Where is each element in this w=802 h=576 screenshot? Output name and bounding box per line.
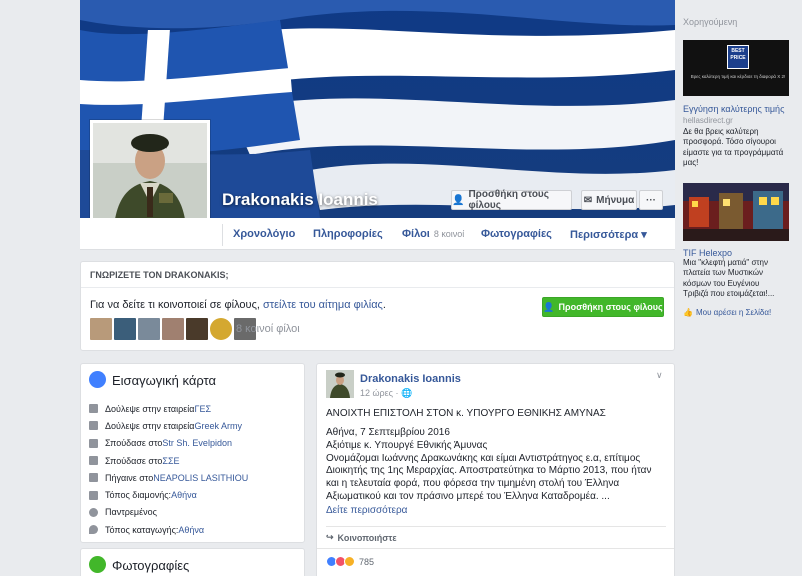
friend-avatar[interactable] [210,318,232,340]
intro-residence-row: Τόπος διαμονής: Αθήνα [89,486,299,503]
mutual-friends-count[interactable]: 8 κοινοί φίλοι [236,323,300,335]
school-link[interactable]: Str Sh. Evelpidon [162,438,232,448]
briefcase-icon [89,421,98,431]
ad-description: Μια "κλεφτή ματιά" στην πλατεία των Μυστ… [683,258,775,299]
school-link[interactable]: ΣΣΕ [162,456,179,466]
tab-divider [222,224,223,246]
more-options-button[interactable]: ··· [639,190,663,210]
tab-friends[interactable]: Φίλοι 8 κοινοί [402,228,464,240]
sponsored-label: Χορηγούμενη [683,17,738,27]
friend-avatar[interactable] [90,318,112,340]
see-more-link[interactable]: Δείτε περισσότερα [326,505,407,516]
workplace-link[interactable]: Greek Army [194,421,242,431]
divider [81,287,674,288]
tab-more[interactable]: Περισσότερα ▾ [570,228,647,241]
post-author-avatar[interactable] [326,370,354,398]
workplace-link[interactable]: ΓΕΣ [194,404,211,414]
tab-photos[interactable]: Φωτογραφίες [481,228,552,240]
graduation-cap-icon [89,456,98,466]
intro-education-row: Πήγαινε στο NEAPOLIS LASITHIOU [89,469,299,486]
share-icon: ↪ [326,532,334,542]
intro-education-row: Σπούδασε στο ΣΣΕ [89,452,299,469]
heart-icon [89,507,98,517]
know-heading: ΓΝΩΡΙΖΕΤΕ ΤΟΝ DRAKONAKIS; [90,270,229,280]
intro-relationship-row: Παντρεμένος [89,504,299,521]
add-friend-icon: 👤 [543,301,555,312]
message-button[interactable]: ✉ Μήνυμα [581,190,637,210]
post-title: ΑΝΟΙΧΤΗ ΕΠΙΣΤΟΛΗ ΣΤΟΝ κ. ΥΠΟΥΡΓΟ ΕΘΝΙΚΗΣ… [326,408,606,419]
post-body: Αθήνα, 7 Σεπτεμβρίου 2016 Αξιότιμε κ. Υπ… [326,427,652,502]
city-link[interactable]: Αθήνα [178,525,204,535]
add-friend-icon: 👤 [452,194,465,206]
profile-name: Drakonakis Ioannis [222,190,378,209]
briefcase-icon [89,404,98,414]
know-text: Για να δείτε τι κοινοποιεί σε φίλους, στ… [90,299,386,311]
photos-title[interactable]: Φωτογραφίες [112,558,189,573]
ad-tagline: Βρες καλύτερη τιμή και κέρδισε τη διαφορ… [690,74,786,79]
graduation-cap-icon [89,473,98,483]
photos-icon [89,556,106,573]
divider [326,526,666,527]
graduation-cap-icon [89,438,98,448]
intro-work-row: Δούλεψε στην εταιρεία ΓΕΣ [89,400,299,417]
wow-reaction-icon [344,556,355,567]
ad-description: Δε θα βρεις καλύτερη προσφορά. Τόσο σίγο… [683,127,784,168]
message-icon: ✉ [583,194,593,206]
intro-title: Εισαγωγική κάρτα [112,373,217,388]
intro-education-row: Σπούδασε στο Str Sh. Evelpidon [89,435,299,452]
post-timestamp[interactable]: 12 ώρες · 🌐 [360,388,412,399]
like-page-button[interactable]: 👍 Μου αρέσει η Σελίδα! [683,308,771,317]
post-author-name[interactable]: Drakonakis Ioannis [360,373,461,385]
friend-avatar[interactable] [114,318,136,340]
intro-work-row: Δούλεψε στην εταιρεία Greek Army [89,417,299,434]
chevron-down-icon[interactable]: ∨ [656,370,663,381]
friend-avatar[interactable] [138,318,160,340]
location-pin-icon [89,525,98,535]
city-link[interactable]: Αθήνα [171,490,197,500]
add-friend-green-button[interactable]: 👤 Προσθήκη στους φίλους [542,297,664,317]
tab-timeline[interactable]: Χρονολόγιο [233,228,295,240]
ad-title[interactable]: TIF Helexpo [683,248,732,258]
intro-hometown-row: Τόπος καταγωγής: Αθήνα [89,521,299,538]
share-button[interactable]: ↪ Κοινοποιήστε [326,532,397,543]
reactions-summary[interactable]: 785 [326,556,374,567]
add-friend-button[interactable]: 👤 Προσθήκη στους φίλους [451,189,572,211]
ad-title[interactable]: Εγγύηση καλύτερης τιμής [683,104,784,114]
friend-avatar[interactable] [162,318,184,340]
mutual-friends-thumbnails [90,318,256,340]
ad-url[interactable]: hellasdirect.gr [683,116,733,125]
friend-avatar[interactable] [186,318,208,340]
intro-list: Δούλεψε στην εταιρεία ΓΕΣ Δούλεψε στην ε… [89,400,299,538]
home-icon [89,490,98,500]
tab-about[interactable]: Πληροφορίες [313,228,383,240]
ad-image[interactable] [683,183,789,241]
send-friend-request-link[interactable]: στείλτε του αίτημα φιλίας [263,299,383,311]
thumbs-up-icon: 👍 [683,308,693,317]
globe-icon [89,371,106,388]
school-link[interactable]: NEAPOLIS LASITHIOU [153,473,248,483]
divider [317,548,674,549]
best-price-badge: BEST PRICE [727,45,749,69]
